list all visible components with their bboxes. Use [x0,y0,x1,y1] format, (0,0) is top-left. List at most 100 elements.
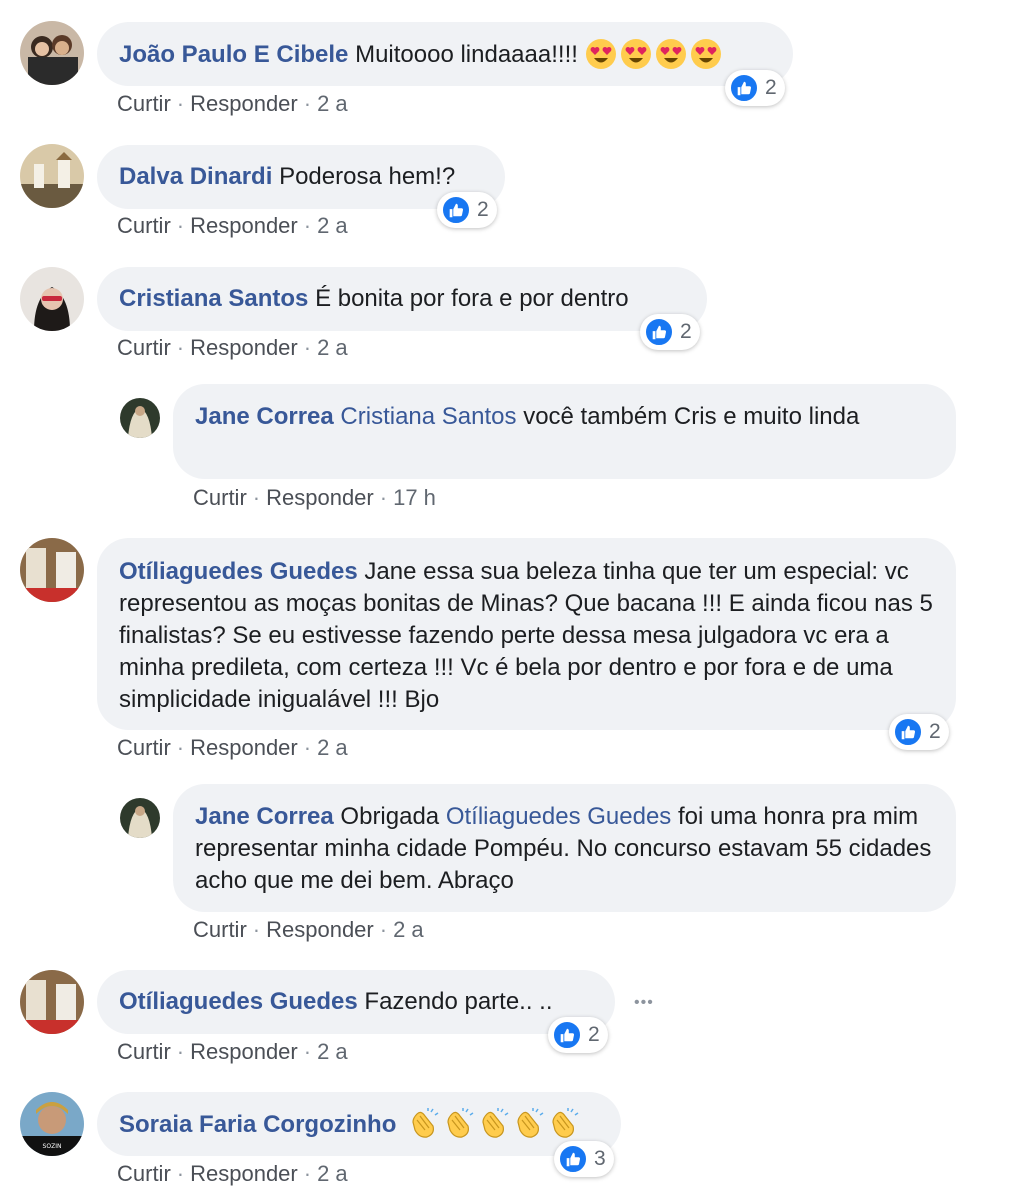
separator: · [379,485,388,510]
avatar-otiliaguedes[interactable] [20,538,84,602]
avatar-otiliaguedes[interactable] [20,970,84,1034]
heart-eyes-emoji [620,39,651,69]
reaction-count[interactable]: 2 [725,70,785,106]
comment-actions: Curtir · Responder · 2 a [117,735,348,761]
like-icon [441,195,471,225]
reaction-number: 2 [765,76,777,99]
avatar-cristiana[interactable] [20,267,84,331]
emoji-group [409,1108,584,1143]
clap-emoji [412,1108,439,1138]
like-icon [893,717,923,747]
emoji-group [585,38,725,73]
reaction-number: 2 [929,720,941,743]
like-icon [644,317,674,347]
comment-text: Fazendo parte.. .. [364,988,553,1015]
reply-link[interactable]: Responder [190,1039,298,1064]
timestamp[interactable]: 2 a [317,335,348,360]
comment-author[interactable]: Jane Correa [195,403,334,430]
more-options-icon[interactable]: ••• [634,994,654,1012]
separator: · [176,1039,185,1064]
separator: · [303,91,312,116]
comment-bubble: Otíliaguedes Guedes Fazendo parte.. .. [97,970,615,1034]
like-link[interactable]: Curtir [117,91,171,116]
comment-actions: Curtir · Responder · 2 a [117,91,348,117]
reply-link[interactable]: Responder [266,485,374,510]
separator: · [252,485,261,510]
avatar-joao-paulo[interactable] [20,21,84,85]
clap-emoji [552,1108,579,1138]
reaction-count[interactable]: 2 [437,192,497,228]
reaction-count[interactable]: 2 [889,714,949,750]
separator: · [303,213,312,238]
comment-text-intro: Obrigada [340,803,440,830]
comment-bubble: João Paulo E Cibele Muitoooo lindaaaa!!!… [97,22,793,86]
reply-actions: Curtir · Responder · 2 a [193,917,424,943]
comment-actions: Curtir · Responder · 2 a [117,335,348,361]
separator: · [303,1161,312,1186]
reaction-number: 2 [680,320,692,343]
like-icon [729,73,759,103]
separator: · [252,917,261,942]
timestamp[interactable]: 2 a [317,213,348,238]
separator: · [303,735,312,760]
avatar-jane[interactable] [120,798,160,838]
reply-link[interactable]: Responder [190,213,298,238]
comment-actions: Curtir · Responder · 2 a [117,213,348,239]
clap-emoji [482,1108,509,1138]
separator: · [176,735,185,760]
like-link[interactable]: Curtir [117,335,171,360]
comment-text: Poderosa hem!? [279,163,456,190]
comment-bubble: Soraia Faria Corgozinho [97,1092,621,1156]
comment-actions: Curtir · Responder · 2 a [117,1039,348,1065]
like-link[interactable]: Curtir [117,213,171,238]
mention-link[interactable]: Otíliaguedes Guedes [446,803,671,830]
like-link[interactable]: Curtir [117,1161,171,1186]
separator: · [176,335,185,360]
avatar-soraia[interactable]: SOZIN [20,1092,84,1156]
comment-author[interactable]: Dalva Dinardi [119,163,272,190]
timestamp[interactable]: 2 a [317,735,348,760]
comment-author[interactable]: Otíliaguedes Guedes [119,558,358,585]
comment-author[interactable]: Cristiana Santos [119,285,308,312]
like-icon [552,1020,582,1050]
reply-link[interactable]: Responder [190,335,298,360]
reply-bubble: Jane Correa Obrigada Otíliaguedes Guedes… [173,784,956,912]
timestamp[interactable]: 2 a [317,1161,348,1186]
comment-author[interactable]: João Paulo E Cibele [119,41,348,68]
reply-link[interactable]: Responder [266,917,374,942]
comment-author[interactable]: Otíliaguedes Guedes [119,988,358,1015]
timestamp[interactable]: 2 a [317,91,348,116]
comment-text: É bonita por fora e por dentro [315,285,629,312]
reaction-count[interactable]: 2 [548,1017,608,1053]
reaction-count[interactable]: 2 [640,314,700,350]
reaction-number: 2 [588,1023,600,1046]
like-link[interactable]: Curtir [193,485,247,510]
like-link[interactable]: Curtir [117,735,171,760]
avatar-dalva[interactable] [20,144,84,208]
reply-link[interactable]: Responder [190,735,298,760]
reply-link[interactable]: Responder [190,91,298,116]
comment-author[interactable]: Soraia Faria Corgozinho [119,1111,396,1138]
reply-actions: Curtir · Responder · 17 h [193,485,436,511]
like-link[interactable]: Curtir [117,1039,171,1064]
comment-author[interactable]: Jane Correa [195,803,334,830]
like-link[interactable]: Curtir [193,917,247,942]
separator: · [379,917,388,942]
like-icon [558,1144,588,1174]
avatar-jane[interactable] [120,398,160,438]
svg-text:SOZIN: SOZIN [43,1143,62,1150]
reply-link[interactable]: Responder [190,1161,298,1186]
separator: · [303,1039,312,1064]
timestamp[interactable]: 2 a [393,917,424,942]
comment-actions: Curtir · Responder · 2 a [117,1161,348,1187]
separator: · [303,335,312,360]
clap-emoji [517,1108,544,1138]
reaction-number: 3 [594,1147,606,1170]
timestamp[interactable]: 17 h [393,485,436,510]
timestamp[interactable]: 2 a [317,1039,348,1064]
mention-link[interactable]: Cristiana Santos [340,403,516,430]
reaction-count[interactable]: 3 [554,1141,614,1177]
separator: · [176,91,185,116]
comment-bubble: Otíliaguedes Guedes Jane essa sua beleza… [97,538,956,730]
separator: · [176,213,185,238]
